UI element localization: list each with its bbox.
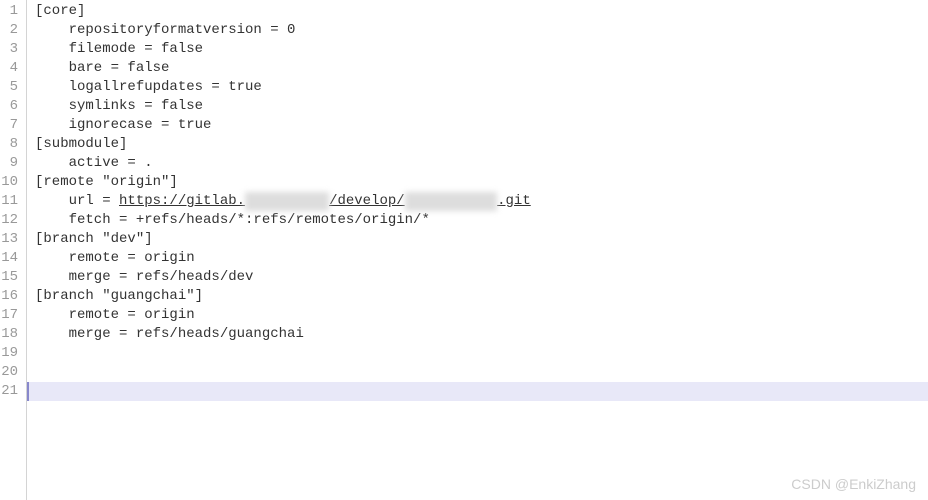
code-line[interactable]: merge = refs/heads/dev (29, 268, 928, 287)
code-line[interactable]: ignorecase = true (29, 116, 928, 135)
line-number: 13 (0, 230, 18, 249)
line-number: 9 (0, 154, 18, 173)
line-number: 4 (0, 59, 18, 78)
code-line[interactable]: [branch "dev"] (29, 230, 928, 249)
line-number: 7 (0, 116, 18, 135)
line-number: 20 (0, 363, 18, 382)
code-line[interactable]: [remote "origin"] (29, 173, 928, 192)
code-line[interactable]: [submodule] (29, 135, 928, 154)
line-number: 5 (0, 78, 18, 97)
watermark-text: CSDN @EnkiZhang (791, 476, 916, 492)
url-link[interactable]: https://gitlab.xxxxxxxxxx/develop/xxxxxx… (119, 193, 531, 209)
line-number: 8 (0, 135, 18, 154)
code-line[interactable]: url = https://gitlab.xxxxxxxxxx/develop/… (29, 192, 928, 211)
code-line[interactable] (29, 344, 928, 363)
code-line[interactable]: merge = refs/heads/guangchai (29, 325, 928, 344)
code-line[interactable]: [core] (29, 2, 928, 21)
line-number-gutter: 123456789101112131415161718192021 (0, 0, 26, 500)
line-number: 2 (0, 21, 18, 40)
line-number: 19 (0, 344, 18, 363)
code-area[interactable]: [core] repositoryformatversion = 0 filem… (26, 0, 928, 500)
line-number: 10 (0, 173, 18, 192)
line-number: 3 (0, 40, 18, 59)
code-line[interactable]: repositoryformatversion = 0 (29, 21, 928, 40)
line-number: 21 (0, 382, 18, 401)
line-number: 16 (0, 287, 18, 306)
line-number: 14 (0, 249, 18, 268)
code-line[interactable] (29, 363, 928, 382)
code-editor[interactable]: 123456789101112131415161718192021 [core]… (0, 0, 928, 500)
code-line[interactable]: symlinks = false (29, 97, 928, 116)
code-line[interactable]: remote = origin (29, 249, 928, 268)
line-number: 6 (0, 97, 18, 116)
code-line[interactable]: fetch = +refs/heads/*:refs/remotes/origi… (29, 211, 928, 230)
line-number: 17 (0, 306, 18, 325)
code-line[interactable]: remote = origin (29, 306, 928, 325)
line-number: 1 (0, 2, 18, 21)
code-line[interactable] (27, 382, 928, 401)
code-line[interactable]: bare = false (29, 59, 928, 78)
line-number: 12 (0, 211, 18, 230)
line-number: 18 (0, 325, 18, 344)
line-number: 11 (0, 192, 18, 211)
code-line[interactable]: [branch "guangchai"] (29, 287, 928, 306)
code-line[interactable]: filemode = false (29, 40, 928, 59)
code-line[interactable]: logallrefupdates = true (29, 78, 928, 97)
line-number: 15 (0, 268, 18, 287)
code-line[interactable]: active = . (29, 154, 928, 173)
